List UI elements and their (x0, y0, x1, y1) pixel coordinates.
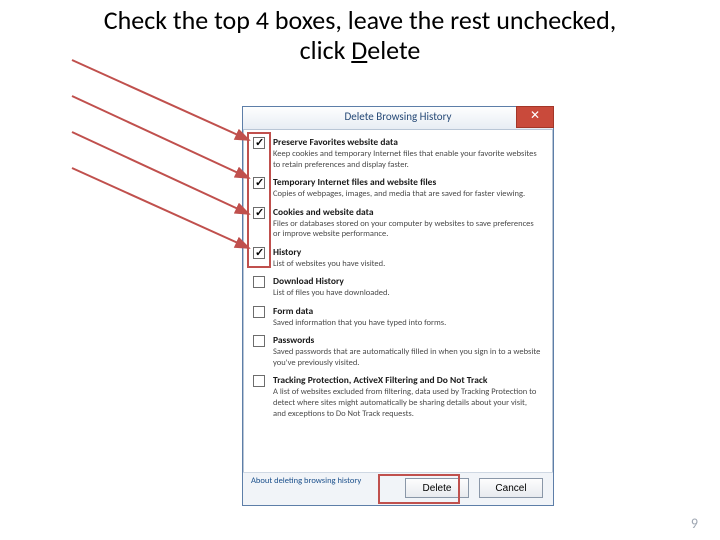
option-description: Keep cookies and temporary Internet file… (273, 149, 541, 170)
option-label: Passwords (273, 335, 541, 347)
option-row: Form dataSaved information that you have… (251, 304, 545, 334)
option-description: Copies of webpages, images, and media th… (273, 189, 541, 200)
dialog-titlebar: Delete Browsing History ✕ (243, 107, 553, 130)
option-label: Cookies and website data (273, 207, 541, 219)
option-description: Saved information that you have typed in… (273, 318, 541, 329)
option-row: HistoryList of websites you have visited… (251, 245, 545, 275)
dialog-body: Preserve Favorites website dataKeep cook… (243, 129, 553, 473)
dialog-footer: About deleting browsing history Delete C… (243, 472, 553, 505)
option-row: Tracking Protection, ActiveX Filtering a… (251, 373, 545, 424)
slide-instruction-title: Check the top 4 boxes, leave the rest un… (0, 6, 720, 66)
slide-title-line2-prefix: click (300, 34, 352, 66)
option-row: Cookies and website dataFiles or databas… (251, 205, 545, 245)
option-description: List of websites you have visited. (273, 259, 541, 270)
page-number: 9 (691, 515, 698, 532)
option-label: Tracking Protection, ActiveX Filtering a… (273, 375, 541, 387)
option-label: Form data (273, 306, 541, 318)
option-checkbox[interactable] (253, 177, 265, 189)
slide-title-line2: click Delete (0, 36, 720, 66)
delete-button[interactable]: Delete (405, 478, 469, 498)
option-label: Temporary Internet files and website fil… (273, 177, 541, 189)
cancel-button[interactable]: Cancel (479, 478, 543, 498)
delete-browsing-history-dialog: Delete Browsing History ✕ Preserve Favor… (242, 106, 554, 506)
about-deleting-link[interactable]: About deleting browsing history (251, 477, 361, 486)
option-checkbox[interactable] (253, 306, 265, 318)
option-checkbox[interactable] (253, 137, 265, 149)
option-description: A list of websites excluded from filteri… (273, 387, 541, 419)
slide-title-line1: Check the top 4 boxes, leave the rest un… (104, 4, 617, 36)
option-label: Download History (273, 276, 541, 288)
dialog-title: Delete Browsing History (243, 110, 553, 123)
option-row: Download HistoryList of files you have d… (251, 274, 545, 304)
close-button[interactable]: ✕ (516, 106, 554, 128)
slide-title-line2-mnemonic: D (351, 34, 367, 66)
option-row: Preserve Favorites website dataKeep cook… (251, 135, 545, 175)
option-checkbox[interactable] (253, 276, 265, 288)
option-checkbox[interactable] (253, 247, 265, 259)
slide-title-line2-suffix: elete (367, 34, 420, 66)
option-row: PasswordsSaved passwords that are automa… (251, 333, 545, 373)
option-label: History (273, 247, 541, 259)
option-checkbox[interactable] (253, 207, 265, 219)
option-description: Saved passwords that are automatically f… (273, 347, 541, 368)
option-label: Preserve Favorites website data (273, 137, 541, 149)
option-description: List of files you have downloaded. (273, 288, 541, 299)
option-row: Temporary Internet files and website fil… (251, 175, 545, 205)
option-checkbox[interactable] (253, 335, 265, 347)
option-description: Files or databases stored on your comput… (273, 219, 541, 240)
option-checkbox[interactable] (253, 375, 265, 387)
